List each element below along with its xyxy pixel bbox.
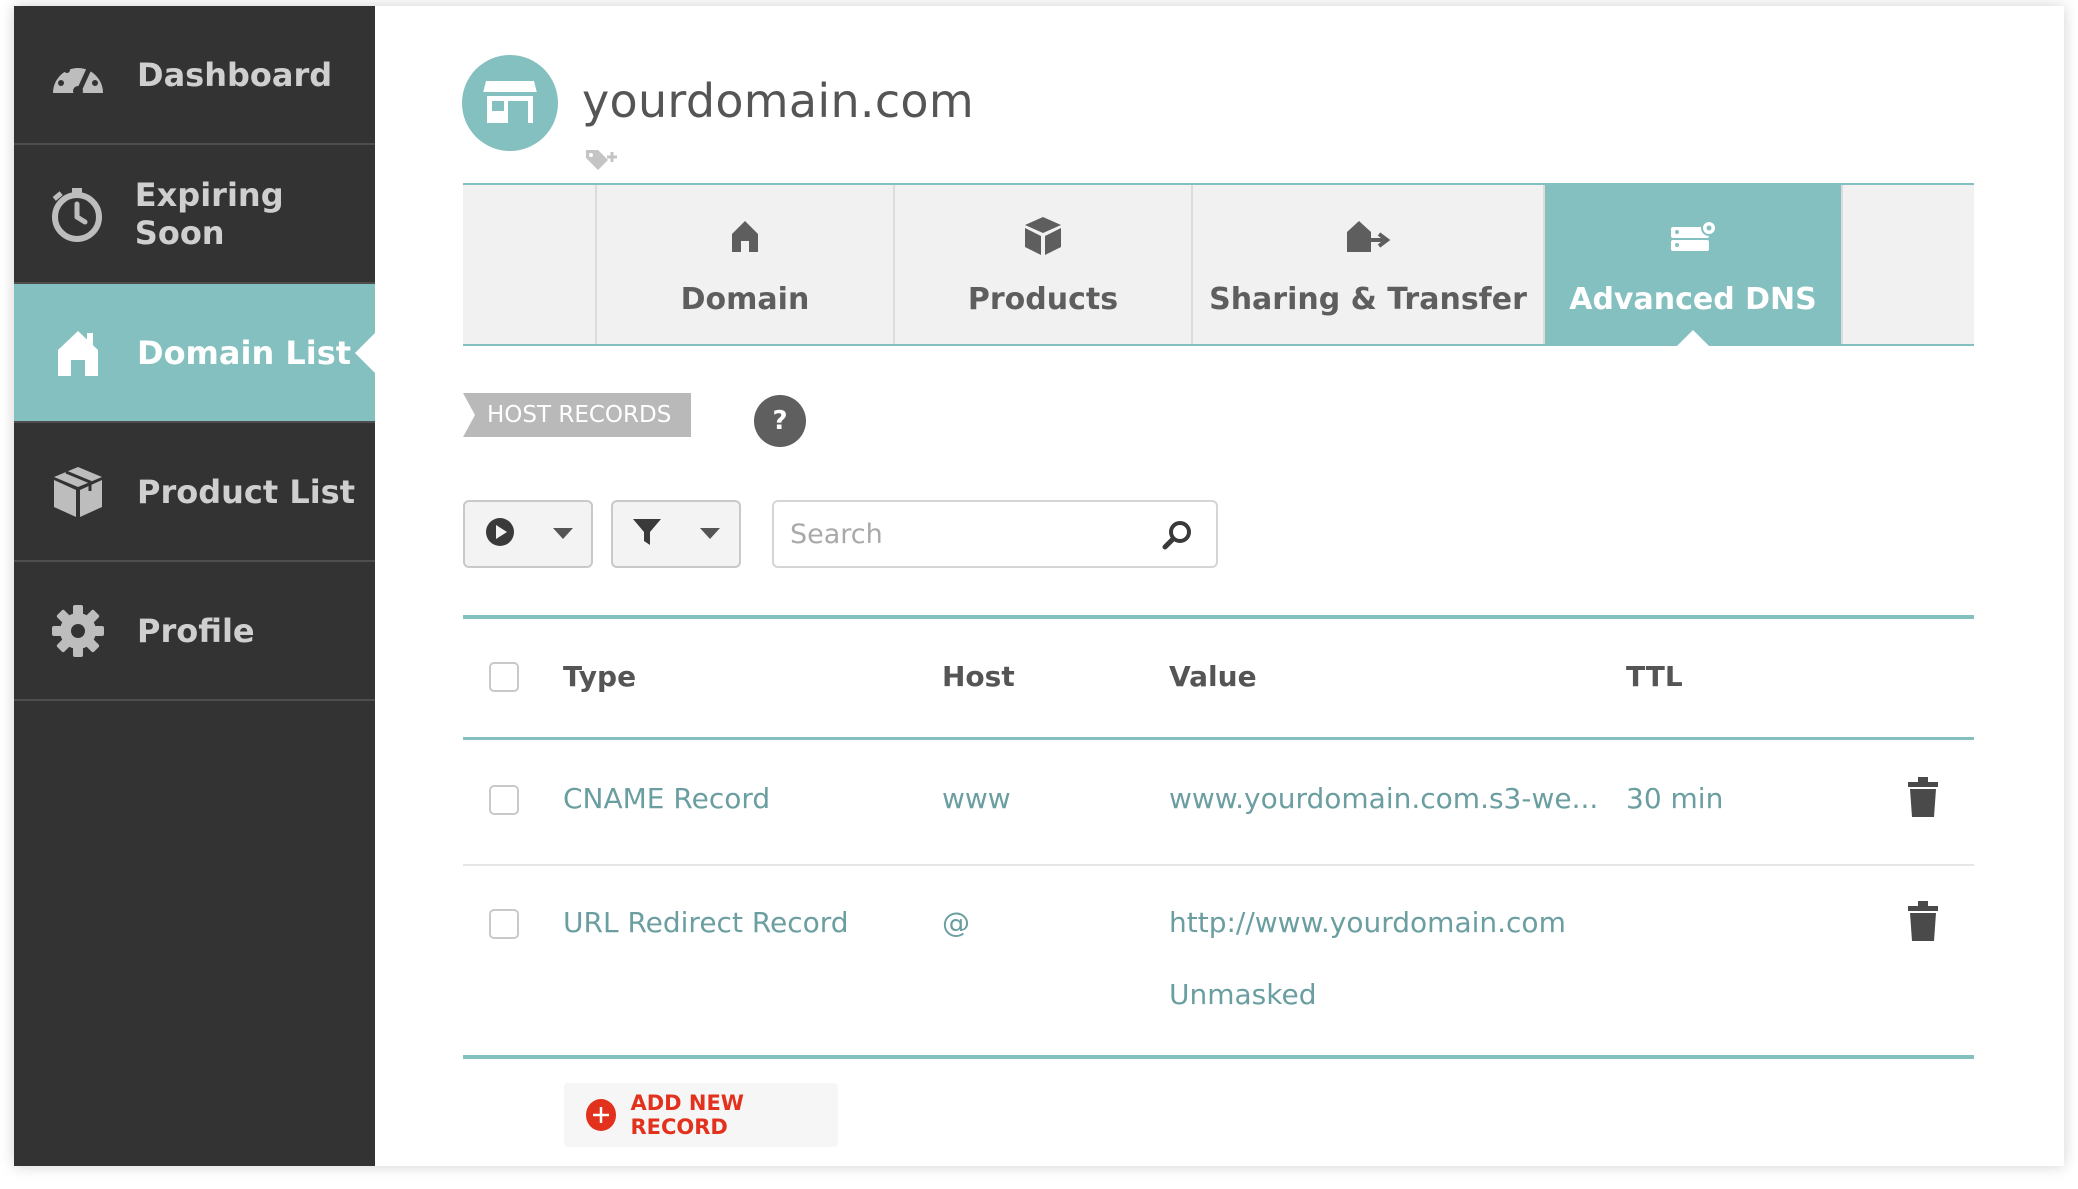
house-icon [49,324,107,382]
tab-spacer-right [1841,185,1974,344]
filter-icon [632,517,662,551]
sidebar-item-expiring-soon[interactable]: Expiring Soon [14,145,375,284]
sidebar-item-dashboard[interactable]: Dashboard [14,6,375,145]
search-field [772,500,1218,568]
row-divider [463,864,1974,866]
sidebar-item-domain-list[interactable]: Domain List [14,284,375,423]
record-value: http://www.yourdomain.com [1169,906,1566,939]
add-new-record-button[interactable]: ADD NEW RECORD [564,1083,838,1147]
help-button[interactable]: ? [754,395,806,447]
record-value-extra: Unmasked [1169,978,1317,1011]
play-circle-icon [484,516,516,552]
house-transfer-icon [1345,212,1391,260]
record-type: URL Redirect Record [563,906,849,939]
section-label-host-records: HOST RECORDS [463,393,691,437]
sidebar-item-label: Profile [137,611,255,650]
house-icon [730,212,760,260]
record-type: CNAME Record [563,782,771,815]
chevron-down-icon [552,525,573,544]
tab-bar: Domain Products Sharing & Transfer Advan… [463,183,1974,346]
column-header-ttl[interactable]: TTL [1626,660,1683,693]
trash-icon[interactable] [1907,900,1939,946]
tab-label: Products [967,282,1119,317]
app-window: Dashboard Expiring Soon Domain List Prod… [14,6,2064,1166]
sidebar-item-product-list[interactable]: Product List [14,423,375,562]
storefront-icon [482,77,538,129]
server-gear-icon [1669,212,1717,260]
chevron-down-icon [700,525,720,544]
tab-advanced-dns[interactable]: Advanced DNS [1543,185,1841,346]
sidebar-item-profile[interactable]: Profile [14,562,375,701]
column-header-type[interactable]: Type [563,660,636,693]
record-ttl: 30 min [1626,782,1724,815]
box-icon [1023,212,1063,260]
sidebar-item-label: Domain List [137,333,352,372]
active-tab-indicator [1677,330,1709,346]
gear-icon [49,602,107,660]
page-title: yourdomain.com [582,74,974,128]
tab-sharing-transfer[interactable]: Sharing & Transfer [1191,185,1543,344]
add-tag-icon[interactable] [584,146,620,174]
filter-dropdown[interactable] [611,500,741,568]
table-header-divider [463,737,1974,740]
record-host: @ [942,906,970,939]
row-checkbox[interactable] [489,909,519,939]
record-value: www.yourdomain.com.s3-we... [1169,782,1599,815]
tab-spacer-left [463,185,595,344]
stopwatch-icon [49,185,105,243]
domain-avatar [462,55,558,151]
trash-icon[interactable] [1907,776,1939,822]
select-all-checkbox[interactable] [489,662,519,692]
actions-dropdown[interactable] [463,500,593,568]
row-checkbox[interactable] [489,785,519,815]
tab-label: Domain [680,282,810,317]
record-host: www [942,782,1011,815]
box-icon [49,463,107,521]
table-top-border [463,615,1974,619]
dashboard-gauge-icon [49,46,107,104]
sidebar-item-label: Expiring Soon [134,175,284,252]
tab-label: Sharing & Transfer [1209,282,1527,317]
search-input[interactable] [774,518,1134,550]
sidebar: Dashboard Expiring Soon Domain List Prod… [14,6,375,1166]
column-header-host[interactable]: Host [942,660,1015,693]
plus-circle-icon [586,1099,617,1131]
tab-domain[interactable]: Domain [595,185,893,344]
search-icon[interactable] [1162,520,1192,554]
active-indicator [355,332,375,373]
tab-products[interactable]: Products [893,185,1191,344]
table-bottom-border [463,1055,1974,1059]
add-new-record-label: ADD NEW RECORD [630,1091,744,1139]
tab-label: Advanced DNS [1569,282,1817,317]
column-header-value[interactable]: Value [1169,660,1257,693]
sidebar-item-label: Product List [137,472,356,511]
sidebar-item-label: Dashboard [137,55,333,94]
